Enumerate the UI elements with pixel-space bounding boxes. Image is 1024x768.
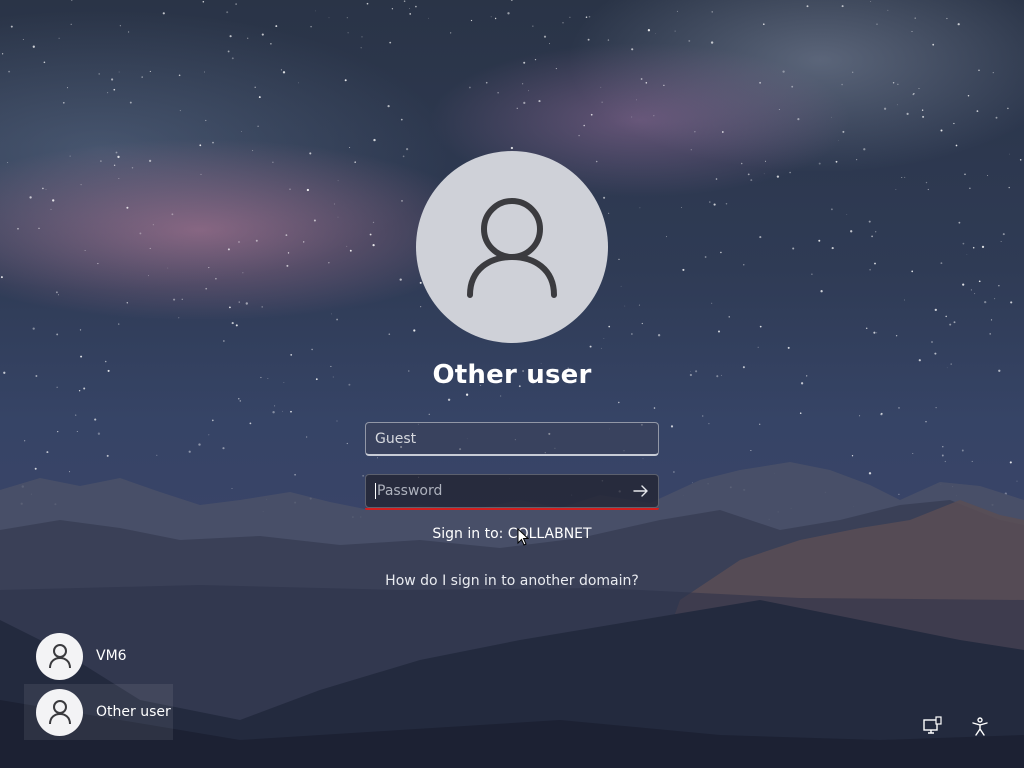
mouse-cursor [517,528,529,546]
username-field[interactable]: Guest [365,422,659,456]
user-display-name: Other user [432,360,592,390]
password-placeholder: Password [377,483,443,499]
accessibility-icon [972,717,988,736]
person-icon [467,198,557,298]
username-value: Guest [375,430,417,447]
user-list-item-other-user[interactable]: Other user [24,684,173,740]
sign-in-domain-label: Sign in to: COLLABNET [432,526,592,542]
network-icon [923,716,942,734]
accessibility-button[interactable] [968,714,992,738]
submit-button[interactable] [630,481,652,501]
network-button[interactable] [920,714,944,738]
user-list-name: VM6 [96,648,127,664]
arrow-right-icon [633,485,648,497]
other-domain-help-link[interactable]: How do I sign in to another domain? [0,573,1024,589]
user-avatar [416,151,608,343]
person-icon [48,700,71,725]
text-caret [375,483,376,499]
person-icon [48,644,71,669]
user-list-name: Other user [96,704,171,720]
user-list-item-vm6[interactable]: VM6 [24,628,173,684]
password-field[interactable]: Password [365,474,659,510]
user-list-avatar [36,688,83,736]
user-list-avatar [36,632,83,680]
